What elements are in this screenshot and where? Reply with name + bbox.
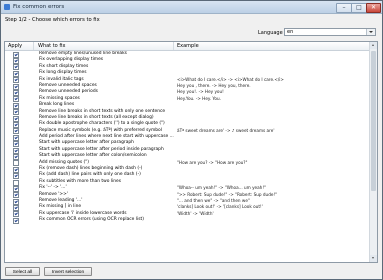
vertical-scrollbar[interactable]: [369, 42, 377, 262]
column-header-example[interactable]: Example: [177, 43, 199, 49]
step-label: Step 1/2 - Choose which errors to fix: [5, 17, 100, 23]
window-title: Fix common errors: [13, 4, 65, 10]
list-rows: Remove empty lines/unused line breaks Fix…: [5, 51, 371, 262]
close-button[interactable]: ✕: [366, 3, 381, 13]
minimize-button[interactable]: –: [336, 3, 352, 13]
column-header-apply[interactable]: Apply: [8, 43, 22, 49]
scroll-down-icon[interactable]: [370, 255, 377, 262]
column-divider[interactable]: [33, 42, 34, 50]
app-icon: [4, 4, 10, 10]
scroll-thumb[interactable]: [371, 51, 376, 191]
column-header-what[interactable]: What to fix: [38, 43, 65, 49]
select-all-button[interactable]: Select all: [5, 267, 40, 276]
fix-common-errors-window: Fix common errors – □ ✕ Step 1/2 - Choos…: [0, 0, 383, 280]
table-row[interactable]: Fix common OCR errors (using OCR replace…: [5, 217, 371, 224]
language-value: en: [287, 29, 294, 35]
language-select[interactable]: en: [284, 28, 376, 36]
language-label: Language: [258, 30, 283, 36]
chevron-down-icon[interactable]: [366, 29, 375, 35]
column-divider[interactable]: [173, 42, 174, 50]
maximize-button[interactable]: □: [351, 3, 367, 13]
list-header: Apply What to fix Example: [5, 42, 371, 51]
scroll-up-icon[interactable]: [370, 42, 377, 49]
title-bar: Fix common errors – □ ✕: [1, 1, 382, 14]
apply-checkbox[interactable]: [13, 217, 19, 224]
invert-selection-button[interactable]: Invert selection: [44, 267, 92, 276]
fix-list: Apply What to fix Example Remove empty l…: [4, 41, 378, 263]
fix-name: Fix common OCR errors (using OCR replace…: [39, 217, 144, 223]
